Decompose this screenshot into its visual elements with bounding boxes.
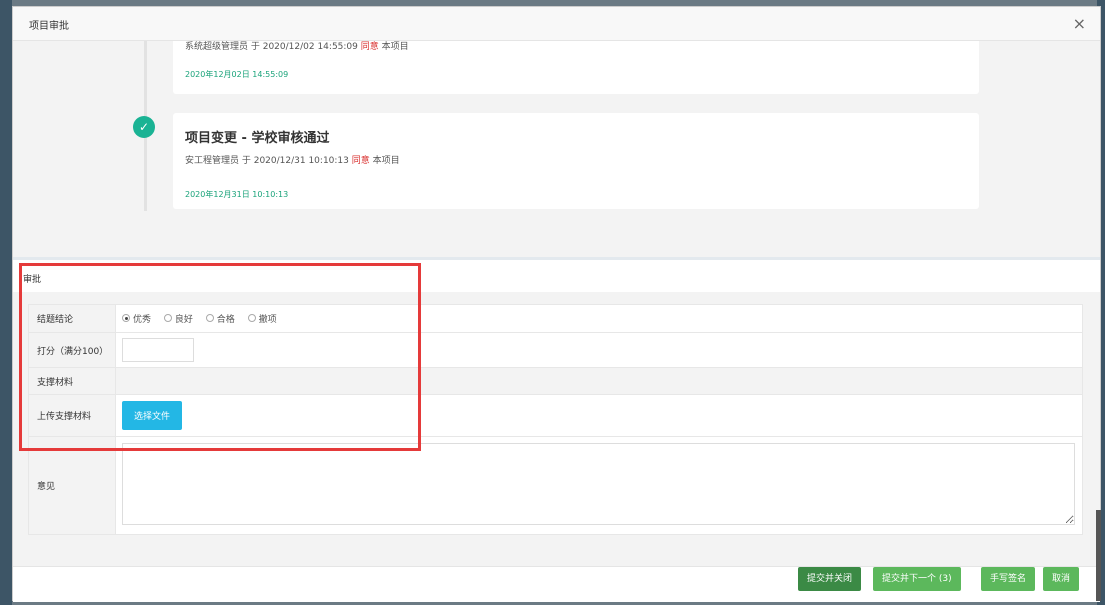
approval-form-area: 结题结论 优秀 良好 合格 撤项 打分（满分100） 支撑材料 上传支撑材料 选… xyxy=(13,292,1100,567)
agree-text: 同意 xyxy=(360,42,379,52)
modal-footer: 提交并关闭 提交并下一个 (3) 手写签名 取消 xyxy=(13,566,1100,602)
radio-label: 合格 xyxy=(216,314,235,325)
radio-excellent[interactable]: 优秀 xyxy=(122,312,151,325)
timeline-time: 2020年12月31日 10:10:13 xyxy=(185,190,289,199)
radio-dot[interactable] xyxy=(163,314,172,323)
materials-label: 支撑材料 xyxy=(28,367,116,395)
scrollbar-edge[interactable] xyxy=(1096,510,1101,601)
approval-section-header: 审批 xyxy=(13,260,1100,292)
timeline-desc-text: 系统超级管理员 于 2020/12/02 14:55:09 xyxy=(185,42,361,52)
timeline-desc-suffix: 本项目 xyxy=(378,42,409,52)
radio-dot[interactable] xyxy=(247,314,256,323)
form-row-materials: 支撑材料 xyxy=(28,367,1083,395)
radio-withdraw[interactable]: 撤项 xyxy=(247,312,277,325)
materials-value xyxy=(115,367,1083,395)
form-row-conclusion: 结题结论 优秀 良好 合格 撤项 xyxy=(28,304,1083,333)
radio-dot[interactable] xyxy=(122,314,130,323)
close-icon[interactable]: × xyxy=(1073,14,1086,33)
background-left-edge xyxy=(0,0,12,605)
upload-label: 上传支撑材料 xyxy=(28,394,116,437)
approval-modal: 项目审批 × 系统超级管理员 于 2020/12/02 14:55:09 同意 … xyxy=(12,6,1101,602)
form-row-score: 打分（满分100） xyxy=(28,332,1083,368)
modal-title: 项目审批 xyxy=(29,21,69,32)
form-row-upload: 上传支撑材料 选择文件 xyxy=(28,394,1083,437)
submit-close-button[interactable]: 提交并关闭 xyxy=(798,567,862,591)
agree-text: 同意 xyxy=(351,156,370,166)
approval-form: 结题结论 优秀 良好 合格 撤项 打分（满分100） 支撑材料 上传支撑材料 选… xyxy=(28,304,1083,535)
timeline-card: 系统超级管理员 于 2020/12/02 14:55:09 同意 本项目 202… xyxy=(173,41,979,94)
score-input[interactable] xyxy=(122,338,194,362)
section-title: 审批 xyxy=(23,275,42,285)
timeline-desc-text: 安工程管理员 于 2020/12/31 10:10:13 xyxy=(185,156,352,166)
opinion-label: 意见 xyxy=(28,436,116,535)
modal-header: 项目审批 × xyxy=(13,7,1100,41)
timeline-desc: 系统超级管理员 于 2020/12/02 14:55:09 同意 本项目 xyxy=(185,41,409,52)
conclusion-label: 结题结论 xyxy=(28,304,116,333)
opinion-textarea[interactable] xyxy=(122,443,1075,525)
handwrite-sign-button[interactable]: 手写签名 xyxy=(981,567,1036,591)
timeline: 系统超级管理员 于 2020/12/02 14:55:09 同意 本项目 202… xyxy=(13,41,1100,259)
radio-label: 良好 xyxy=(174,314,193,325)
timeline-title: 项目变更 - 学校审核通过 xyxy=(185,131,330,146)
conclusion-options: 优秀 良好 合格 撤项 xyxy=(115,304,1083,333)
submit-next-button[interactable]: 提交并下一个 (3) xyxy=(873,567,961,591)
radio-label: 优秀 xyxy=(133,314,152,325)
radio-dot[interactable] xyxy=(205,314,214,323)
radio-pass[interactable]: 合格 xyxy=(205,312,235,325)
timeline-time: 2020年12月02日 14:55:09 xyxy=(185,70,289,79)
choose-file-button[interactable]: 选择文件 xyxy=(122,401,183,430)
timeline-desc-suffix: 本项目 xyxy=(369,156,400,166)
radio-label: 撤项 xyxy=(258,314,277,325)
score-label: 打分（满分100） xyxy=(28,332,116,368)
form-row-opinion: 意见 xyxy=(28,436,1083,535)
check-circle-icon: ✓ xyxy=(133,116,155,138)
timeline-desc: 安工程管理员 于 2020/12/31 10:10:13 同意 本项目 xyxy=(185,153,400,166)
cancel-button[interactable]: 取消 xyxy=(1043,567,1080,591)
timeline-card: 项目变更 - 学校审核通过 安工程管理员 于 2020/12/31 10:10:… xyxy=(173,113,979,209)
radio-good[interactable]: 良好 xyxy=(163,312,193,325)
